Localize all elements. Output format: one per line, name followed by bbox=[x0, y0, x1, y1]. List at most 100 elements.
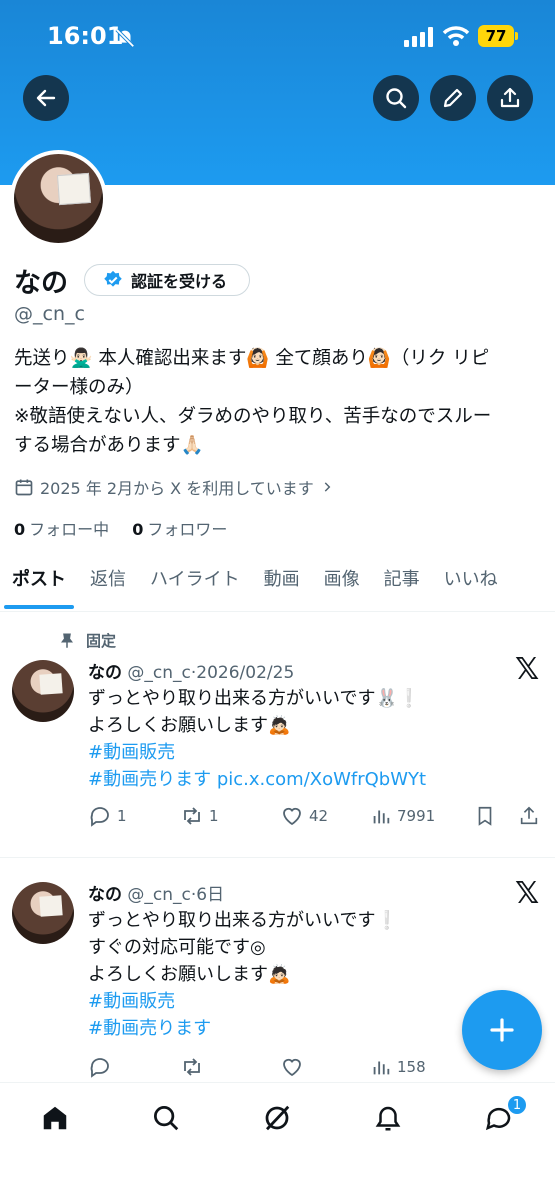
media-link[interactable]: pic.x.com/XoWfrQbWYt bbox=[217, 769, 426, 790]
reply-count: 1 bbox=[117, 807, 127, 825]
reply-icon bbox=[90, 1058, 109, 1078]
pencil-icon bbox=[443, 88, 463, 108]
get-verified-label: 認証を受ける bbox=[131, 272, 228, 291]
tab-likes[interactable]: いいね bbox=[432, 562, 510, 611]
battery-tip bbox=[515, 32, 518, 40]
profile-handle: @_cn_c bbox=[14, 303, 85, 325]
followers-link[interactable]: 0 フォロワー bbox=[132, 520, 227, 539]
edit-button[interactable] bbox=[430, 75, 476, 121]
following-count: 0 bbox=[14, 520, 26, 539]
pin-icon bbox=[61, 633, 73, 648]
profile-name: なの bbox=[14, 268, 68, 299]
followers-label: フォロワー bbox=[147, 520, 228, 539]
views-button[interactable]: 7991 bbox=[370, 805, 474, 827]
pinned-label: 固定 bbox=[86, 632, 117, 650]
heart-icon bbox=[283, 1058, 301, 1077]
tab-articles[interactable]: 記事 bbox=[372, 562, 432, 611]
view-count: 158 bbox=[397, 1058, 426, 1076]
bio-line: ーター様のみ） bbox=[14, 377, 144, 398]
views-button[interactable]: 158 bbox=[370, 1056, 474, 1078]
get-verified-button[interactable]: 認証を受ける bbox=[84, 264, 250, 296]
tweet-line: ずっとやり取り出来る方がいいです🐰❕ bbox=[88, 688, 421, 709]
follow-stats: 0 フォロー中 0 フォロワー bbox=[14, 516, 227, 540]
nav-search[interactable] bbox=[146, 1098, 186, 1138]
retweet-button[interactable] bbox=[180, 1055, 280, 1079]
signal-icon bbox=[404, 27, 433, 47]
bell-icon bbox=[375, 1106, 401, 1131]
tweet-body: ずっとやり取り出来る方がいいです🐰❕ よろしくお願いします🙇🏻 #動画販売 #動… bbox=[88, 685, 538, 793]
profile-avatar[interactable] bbox=[10, 150, 107, 247]
bio-line: ※敬語使えない人、ダラめのやり取り、苦手なのでスルー bbox=[14, 406, 492, 427]
tweet-handle: @_cn_c bbox=[127, 663, 191, 683]
tweet-author: なの bbox=[88, 663, 122, 683]
calendar-icon bbox=[15, 479, 33, 496]
status-time: 16:01 bbox=[47, 22, 124, 50]
following-label: フォロー中 bbox=[29, 520, 110, 539]
heart-icon bbox=[283, 807, 301, 826]
tweet-line: よろしくお願いします🙇🏻 bbox=[88, 964, 291, 985]
search-button[interactable] bbox=[373, 75, 419, 121]
tab-images[interactable]: 画像 bbox=[312, 562, 372, 611]
divider bbox=[0, 857, 555, 858]
retweet-icon bbox=[184, 807, 200, 825]
tweet-header: なの @_cn_c·6日 bbox=[88, 880, 224, 905]
hashtag-link[interactable]: #動画販売 bbox=[88, 739, 538, 766]
nav-home[interactable] bbox=[35, 1098, 75, 1138]
tweet-actions: 1 1 42 7991 bbox=[88, 804, 540, 828]
plus-icon bbox=[490, 1018, 514, 1042]
tweet-avatar[interactable] bbox=[12, 660, 74, 722]
x-logo-icon: 𝕏 bbox=[515, 876, 540, 911]
retweet-button[interactable]: 1 bbox=[180, 804, 280, 828]
profile-bio: 先送り🙅🏻‍♂️ 本人確認出来ます🙆🏻 全て顔あり🙆🏻（リク リピ ーター様のみ… bbox=[14, 344, 544, 460]
grok-icon bbox=[265, 1105, 290, 1131]
tweet-handle: @_cn_c bbox=[127, 885, 191, 905]
tweet-line: ずっとやり取り出来る方がいいです❕ bbox=[88, 910, 398, 931]
notification-badge: 1 bbox=[506, 1094, 528, 1116]
arrow-left-icon bbox=[36, 89, 56, 107]
status-bar: 16:01 77 bbox=[0, 0, 555, 72]
tweet-author: なの bbox=[88, 885, 122, 905]
share-button[interactable] bbox=[487, 75, 533, 121]
pinned-indicator: 固定 bbox=[58, 630, 116, 651]
bookmark-button[interactable] bbox=[474, 805, 518, 827]
back-button[interactable] bbox=[23, 75, 69, 121]
view-count: 7991 bbox=[397, 807, 436, 825]
tab-replies[interactable]: 返信 bbox=[78, 562, 138, 611]
chevron-right-icon bbox=[324, 482, 331, 492]
following-link[interactable]: 0 フォロー中 bbox=[14, 520, 109, 539]
views-icon bbox=[373, 1061, 390, 1075]
joined-text: 2025 年 2月から X を利用しています bbox=[40, 479, 314, 498]
share-icon bbox=[520, 806, 538, 825]
joined-date[interactable]: 2025 年 2月から X を利用しています bbox=[14, 475, 334, 499]
views-icon bbox=[373, 810, 390, 824]
like-button[interactable]: 42 bbox=[280, 804, 370, 828]
bio-line: 先送り🙅🏻‍♂️ 本人確認出来ます🙆🏻 全て顔あり🙆🏻（リク リピ bbox=[14, 348, 490, 369]
tweet-date: 2026/02/25 bbox=[196, 663, 295, 683]
like-count: 42 bbox=[309, 807, 329, 825]
nav-grok[interactable] bbox=[257, 1098, 297, 1138]
tab-posts[interactable]: ポスト bbox=[0, 562, 78, 611]
compose-button[interactable] bbox=[462, 990, 542, 1070]
search-icon bbox=[386, 88, 407, 109]
tab-highlights[interactable]: ハイライト bbox=[138, 562, 252, 611]
tab-videos[interactable]: 動画 bbox=[252, 562, 312, 611]
bookmark-icon bbox=[478, 806, 492, 826]
tweet-line: よろしくお願いします🙇🏻 bbox=[88, 715, 291, 736]
silent-bell-icon bbox=[115, 28, 135, 48]
reply-icon bbox=[90, 807, 109, 827]
tweet-line: すぐの対応可能です◎ bbox=[88, 937, 266, 958]
nav-notifications[interactable] bbox=[368, 1098, 408, 1138]
tweet-actions: 158 bbox=[88, 1055, 540, 1079]
hashtag-link[interactable]: #動画売ります bbox=[88, 769, 211, 790]
battery-indicator: 77 bbox=[478, 25, 514, 47]
reply-button[interactable]: 1 bbox=[88, 804, 180, 828]
home-icon bbox=[43, 1106, 67, 1130]
retweet-count: 1 bbox=[209, 807, 219, 825]
retweet-icon bbox=[184, 1058, 200, 1076]
like-button[interactable] bbox=[280, 1055, 370, 1079]
verified-badge-icon bbox=[104, 270, 122, 287]
search-icon bbox=[154, 1106, 179, 1131]
tweet-avatar[interactable] bbox=[12, 882, 74, 944]
tweet-share-button[interactable] bbox=[518, 805, 540, 827]
reply-button[interactable] bbox=[88, 1055, 180, 1079]
